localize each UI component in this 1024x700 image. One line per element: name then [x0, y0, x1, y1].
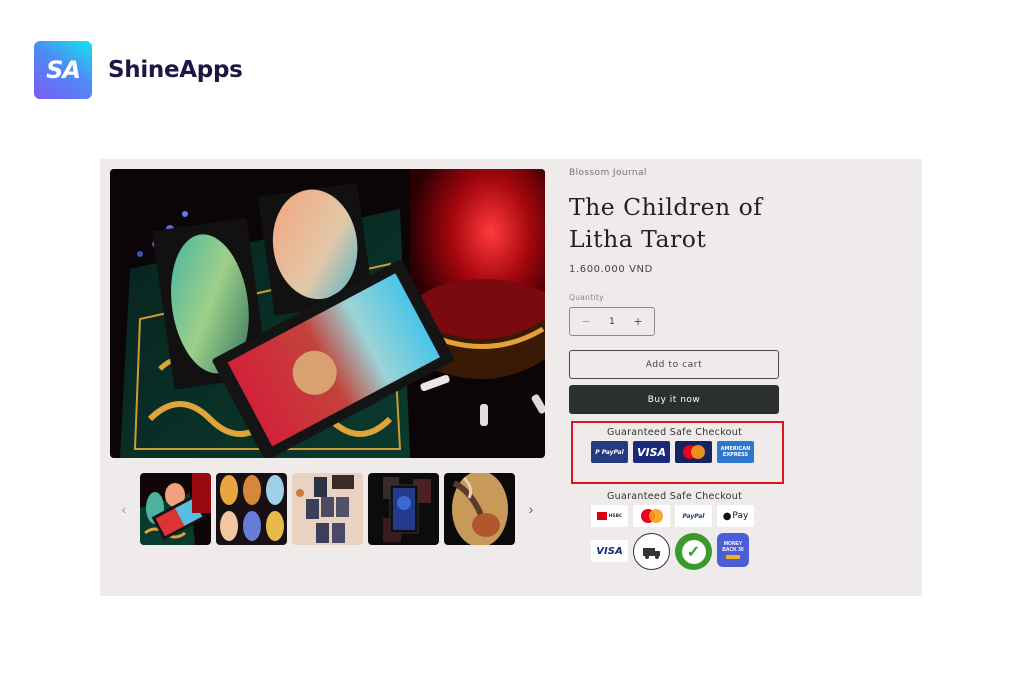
money-back-icon: MONEY BACK 30 [717, 533, 749, 567]
main-product-image[interactable] [110, 169, 545, 458]
chevron-left-icon: ‹ [121, 501, 127, 517]
quantity-stepper: − 1 + [569, 307, 655, 336]
thumbnail-2[interactable] [216, 473, 287, 545]
thumbnail-gallery: ‹ › [100, 473, 555, 545]
thumbnail-1[interactable] [140, 473, 211, 545]
product-price: 1.600.000 VND [569, 264, 653, 275]
hsbc-icon: HSBC [591, 505, 628, 527]
thumbnail-5[interactable] [444, 473, 515, 545]
free-shipping-icon [633, 533, 670, 570]
amex-icon: AMERICAN EXPRESS [717, 441, 754, 463]
quantity-input[interactable]: 1 [609, 317, 615, 327]
mastercard-icon [675, 441, 712, 463]
add-to-cart-button[interactable]: Add to cart [569, 350, 779, 379]
chevron-right-icon: › [528, 501, 534, 517]
paypal-icon: P PayPal [591, 441, 628, 463]
brand-header: SA ShineApps [34, 41, 243, 99]
trust-badge-row-2b: VISA ✓ MONEY BACK 30 [591, 533, 754, 570]
logo-text: SA [46, 56, 81, 84]
certified-icon: ✓ [675, 533, 712, 570]
quantity-increment-button[interactable]: + [632, 315, 644, 328]
product-vendor: Blossom Journal [569, 168, 647, 178]
gallery-prev-button[interactable]: ‹ [116, 499, 132, 519]
mastercard-icon [633, 505, 670, 527]
shineapps-logo-icon: SA [34, 41, 92, 99]
gallery-next-button[interactable]: › [523, 499, 539, 519]
paypal-icon: PayPal [675, 505, 712, 527]
apple-pay-icon: ● Pay [717, 505, 754, 527]
trust-badge-title-2: Guaranteed Safe Checkout [607, 491, 743, 502]
product-panel: ‹ › Blossom Journal The Children of Lith… [100, 159, 922, 596]
quantity-label: Quantity [569, 293, 604, 302]
visa-icon: VISA [633, 441, 670, 463]
thumbnail-3[interactable] [292, 473, 363, 545]
trust-badge-row-1: P PayPal VISA AMERICAN EXPRESS [591, 441, 759, 463]
trust-badge-title-1: Guaranteed Safe Checkout [607, 427, 743, 438]
product-title: The Children of Litha Tarot [569, 193, 763, 253]
buy-now-button[interactable]: Buy it now [569, 385, 779, 414]
thumbnail-4[interactable] [368, 473, 439, 545]
trust-badge-row-2a: HSBC PayPal ● Pay [591, 505, 759, 527]
visa-icon: VISA [591, 540, 628, 562]
brand-name: ShineApps [108, 57, 243, 83]
quantity-decrement-button[interactable]: − [580, 315, 592, 328]
